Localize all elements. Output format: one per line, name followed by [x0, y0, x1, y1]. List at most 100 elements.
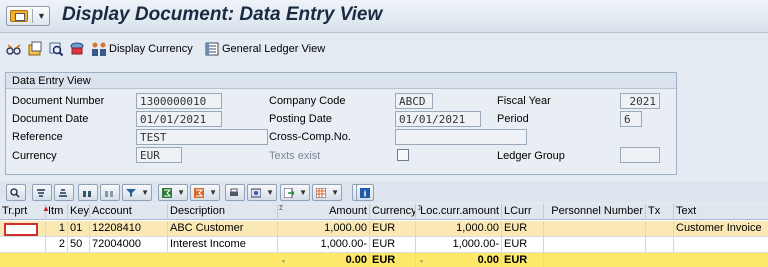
cell-account[interactable]: 12208410: [90, 221, 168, 237]
total-lcurr: EUR: [502, 253, 544, 267]
cell-tx: [646, 221, 674, 237]
column-header-trprt[interactable]: Tr.prt: [0, 204, 46, 220]
company-code-field[interactable]: ABCD: [395, 93, 433, 109]
grid-toolbar: ▼ ▼ ▼ ▼ ▼ ▼ i: [0, 181, 768, 203]
cell-loc-amount: 1,000.00: [416, 221, 502, 237]
currency-label: Currency: [12, 150, 57, 162]
fiscal-year-field[interactable]: 2021: [620, 93, 660, 109]
column-header-description[interactable]: Description: [168, 204, 278, 220]
chevron-down-icon: ▼: [37, 11, 46, 21]
general-ledger-icon[interactable]: [204, 41, 220, 57]
application-toolbar: Display Currency General Ledger View: [0, 34, 768, 64]
currency-field[interactable]: EUR: [136, 147, 182, 163]
cell-amount: 1,000.00: [278, 221, 370, 237]
sort-ascending-button[interactable]: [32, 184, 52, 201]
find-button[interactable]: [78, 184, 98, 201]
menu-icon: [10, 10, 28, 22]
binoculars-icon: [83, 191, 91, 197]
edit-glasses-icon[interactable]: [6, 41, 22, 57]
print-icon: [230, 188, 238, 196]
filter-button[interactable]: ▼: [122, 184, 152, 201]
cell-trprt: [0, 237, 46, 253]
column-header-account[interactable]: Account: [90, 204, 168, 220]
display-icon[interactable]: [48, 41, 64, 57]
line-items-grid: Tr.prt ▲ Itm Key Account Description Σ A…: [0, 204, 768, 267]
column-header-lcurr[interactable]: LCurr: [502, 204, 544, 220]
layout-grid-icon: [316, 188, 326, 198]
cell-loc-amount: 1,000.00-: [416, 237, 502, 253]
magnifier-icon: [10, 188, 20, 198]
column-header-personnel[interactable]: Personnel Number: [544, 204, 646, 220]
chevron-down-icon: ▼: [209, 188, 217, 197]
cell-currency: EUR: [370, 237, 416, 253]
column-header-loc-amount[interactable]: Loc.curr.amount: [416, 204, 502, 220]
cell-description: Interest Income: [168, 237, 278, 253]
cell-tx: [646, 237, 674, 253]
cross-comp-field[interactable]: [395, 129, 527, 145]
column-header-text[interactable]: Text: [674, 204, 768, 220]
grid-header: Tr.prt ▲ Itm Key Account Description Σ A…: [0, 204, 768, 220]
cell-itm: 2: [46, 237, 68, 253]
column-header-key[interactable]: Key: [68, 204, 90, 220]
ledger-group-label: Ledger Group: [497, 150, 565, 162]
cell-lcurr: EUR: [502, 237, 544, 253]
posting-date-label: Posting Date: [269, 113, 332, 125]
filter-icon: [126, 189, 136, 197]
document-number-field[interactable]: 1300000010: [136, 93, 222, 109]
column-header-amount[interactable]: Amount: [278, 204, 370, 220]
subtotal-button[interactable]: ▼: [190, 184, 220, 201]
texts-exist-checkbox[interactable]: [397, 149, 409, 161]
view-icon: [251, 188, 261, 198]
subtotal-icon: [194, 188, 204, 198]
document-date-label: Document Date: [12, 113, 89, 125]
cell-currency: EUR: [370, 221, 416, 237]
table-row[interactable]: 1 01 12208410 ABC Customer 1,000.00 EUR …: [0, 221, 768, 237]
table-row[interactable]: 2 50 72004000 Interest Income 1,000.00- …: [0, 237, 768, 253]
column-header-tx[interactable]: Tx: [646, 204, 674, 220]
find-next-button[interactable]: [100, 184, 120, 201]
sort-descending-button[interactable]: [54, 184, 74, 201]
document-date-field[interactable]: 01/01/2021: [136, 111, 222, 127]
cross-comp-label: Cross-Comp.No.: [269, 131, 351, 143]
title-bar: ▼ Display Document: Data Entry View: [0, 0, 768, 33]
period-field[interactable]: 6: [620, 111, 642, 127]
information-button[interactable]: i: [356, 184, 374, 201]
general-ledger-view-button[interactable]: General Ledger View: [222, 43, 325, 55]
taxes-icon[interactable]: [69, 41, 85, 57]
details-button[interactable]: [6, 184, 26, 201]
window-title: Display Document: Data Entry View: [62, 4, 383, 25]
cell-description: ABC Customer: [168, 221, 278, 237]
display-currency-button[interactable]: Display Currency: [109, 43, 193, 55]
binoculars-next-icon: [105, 191, 113, 197]
reference-field[interactable]: TEST: [136, 129, 268, 145]
chevron-down-icon: ▼: [331, 188, 339, 197]
texts-exist-label: Texts exist: [269, 150, 321, 162]
cell-key: 01: [68, 221, 90, 237]
views-button[interactable]: ▼: [247, 184, 277, 201]
sort-ascending-icon: [37, 189, 45, 197]
chevron-down-icon: ▼: [177, 188, 185, 197]
total-button[interactable]: ▼: [158, 184, 188, 201]
system-menu-button[interactable]: ▼: [6, 6, 50, 26]
posting-date-field[interactable]: 01/01/2021: [395, 111, 481, 127]
fiscal-year-label: Fiscal Year: [497, 95, 551, 107]
cell-amount: 1,000.00-: [278, 237, 370, 253]
cell-itm: 1: [46, 221, 68, 237]
document-overview-icon[interactable]: [27, 41, 43, 57]
trading-partner-cell[interactable]: [4, 223, 38, 236]
cell-text: Customer Invoice: [674, 221, 768, 237]
print-preview-button[interactable]: [225, 184, 245, 201]
export-button[interactable]: ▼: [280, 184, 310, 201]
info-icon: i: [360, 188, 370, 198]
column-header-itm[interactable]: Itm: [46, 204, 68, 220]
currency-people-icon[interactable]: [91, 41, 107, 57]
total-currency: EUR: [370, 253, 416, 267]
layout-button[interactable]: ▼: [312, 184, 342, 201]
group-title: Data Entry View: [6, 73, 676, 89]
column-header-currency[interactable]: Currency: [370, 204, 416, 220]
reference-label: Reference: [12, 131, 63, 143]
cell-account[interactable]: 72004000: [90, 237, 168, 253]
sort-descending-icon: [59, 189, 67, 197]
ledger-group-field[interactable]: [620, 147, 660, 163]
document-number-label: Document Number: [12, 95, 105, 107]
